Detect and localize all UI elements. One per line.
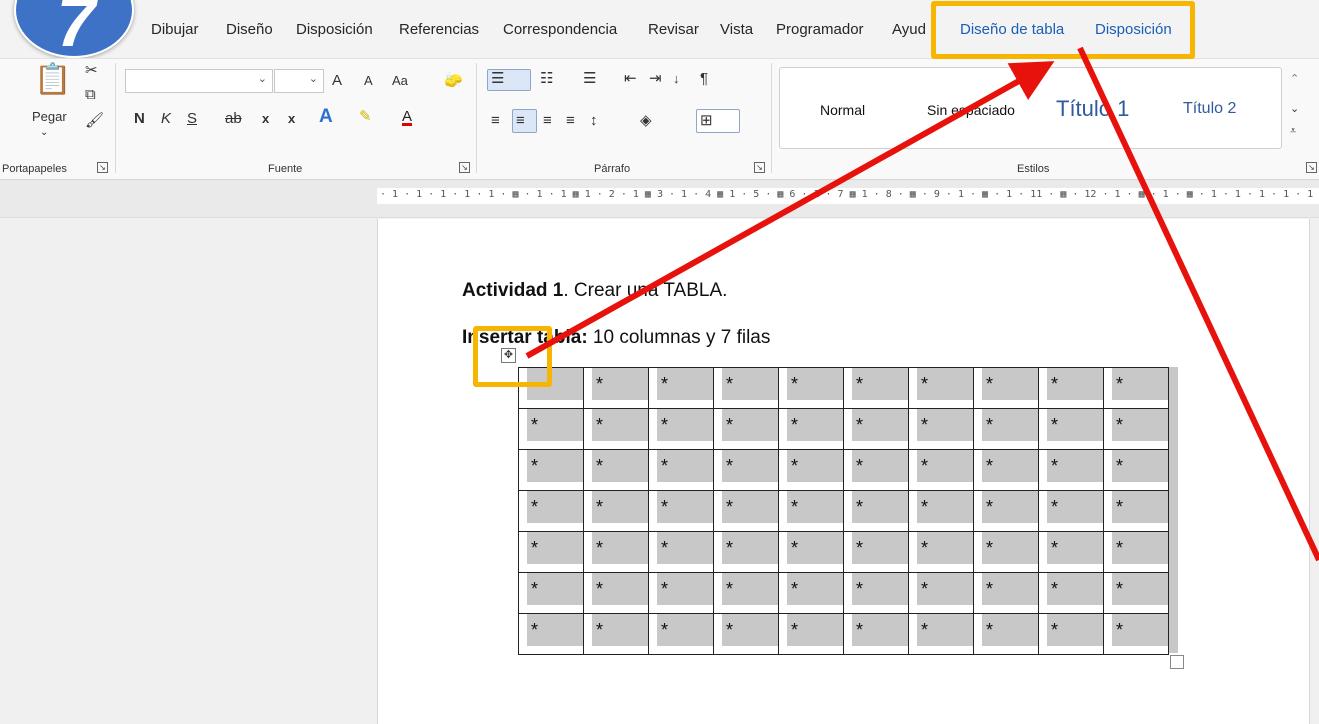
arrow-to-edge — [1077, 46, 1319, 562]
arrow-to-table-tabs — [525, 61, 1055, 359]
annotation-arrows — [525, 46, 1319, 562]
word-window: Dibujar Diseño Disposición Referencias C… — [0, 0, 1319, 724]
